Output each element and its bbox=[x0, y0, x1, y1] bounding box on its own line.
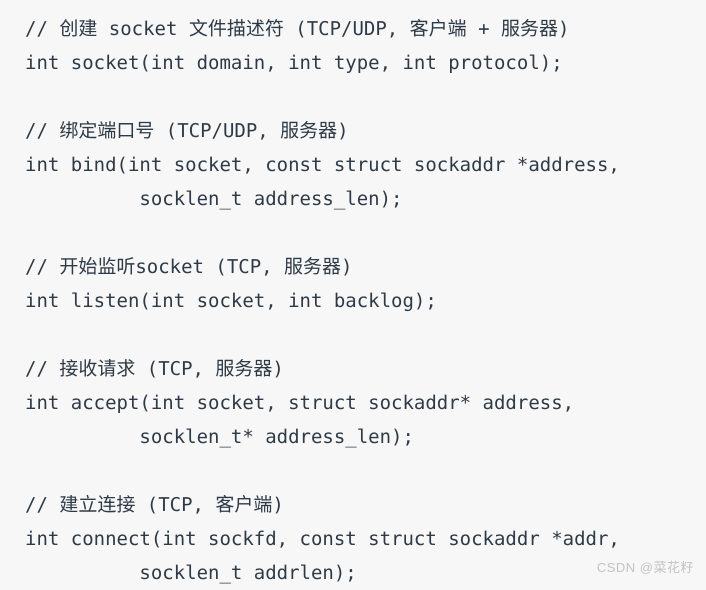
code-statement-line: socklen_t address_len); bbox=[25, 188, 403, 210]
csdn-watermark: CSDN @菜花籽 bbox=[596, 560, 694, 575]
code-lines-container: // 创建 socket 文件描述符 (TCP/UDP, 客户端 + 服务器) i… bbox=[25, 12, 706, 590]
code-block: // 创建 socket 文件描述符 (TCP/UDP, 客户端 + 服务器) i… bbox=[0, 0, 706, 588]
code-comment-line: // 创建 socket 文件描述符 (TCP/UDP, 客户端 + 服务器) bbox=[25, 18, 570, 40]
code-comment-line: // 开始监听socket (TCP, 服务器) bbox=[25, 256, 353, 278]
code-statement-line: socklen_t* address_len); bbox=[25, 426, 414, 448]
code-statement-line: int listen(int socket, int backlog); bbox=[25, 290, 437, 312]
code-comment-line: // 绑定端口号 (TCP/UDP, 服务器) bbox=[25, 120, 349, 142]
code-statement-line: int socket(int domain, int type, int pro… bbox=[25, 52, 563, 74]
code-statement-line: int bind(int socket, const struct sockad… bbox=[25, 154, 620, 176]
code-comment-line: // 接收请求 (TCP, 服务器) bbox=[25, 358, 284, 380]
code-statement-line: int accept(int socket, struct sockaddr* … bbox=[25, 392, 575, 414]
code-statement-line: int connect(int sockfd, const struct soc… bbox=[25, 528, 620, 550]
code-comment-line: // 建立连接 (TCP, 客户端) bbox=[25, 494, 284, 516]
